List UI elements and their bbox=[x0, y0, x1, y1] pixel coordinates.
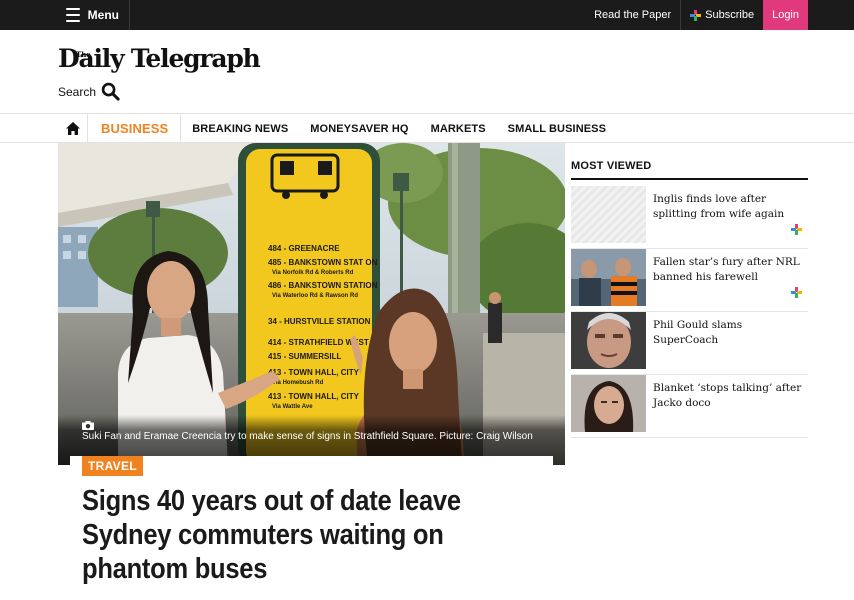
thumbnail-image bbox=[571, 312, 646, 369]
nav-item-breaking-news[interactable]: BREAKING NEWS bbox=[181, 114, 299, 143]
nav-home-button[interactable] bbox=[58, 114, 88, 143]
sign-route: Via Norfolk Rd & Roberts Rd bbox=[272, 270, 354, 276]
hamburger-icon bbox=[66, 8, 80, 22]
most-viewed-headline: Blanket ‘stops talking’ after Jacko doco bbox=[653, 382, 802, 409]
thumbnail-placeholder bbox=[571, 186, 646, 243]
sign-route: 413 - TOWN HALL, CITY bbox=[268, 368, 360, 377]
subscribe-label: Subscribe bbox=[705, 9, 755, 21]
menu-button[interactable]: Menu bbox=[56, 0, 130, 30]
read-the-paper-link[interactable]: Read the Paper bbox=[585, 0, 682, 30]
most-viewed-headline: Phil Gould slams SuperCoach bbox=[653, 319, 743, 346]
login-button[interactable]: Login bbox=[763, 0, 808, 30]
sign-route: 415 - SUMMERSILL bbox=[268, 352, 341, 361]
caption-text: Suki Fan and Eramae Creencia try to make… bbox=[82, 431, 533, 442]
most-viewed-item[interactable]: Inglis finds love after splitting from w… bbox=[571, 186, 808, 249]
section-nav: BUSINESS BREAKING NEWS MONEYSAVER HQ MAR… bbox=[0, 113, 854, 143]
sign-route: Via Waterloo Rd & Rawson Rd bbox=[272, 293, 358, 299]
most-viewed-item[interactable]: Phil Gould slams SuperCoach bbox=[571, 312, 808, 375]
logo-the: The bbox=[76, 50, 91, 59]
most-viewed-panel: MOST VIEWED Inglis finds love after spli… bbox=[571, 160, 808, 438]
sign-route: 413 - TOWN HALL, CITY bbox=[268, 392, 360, 401]
most-viewed-item[interactable]: Blanket ‘stops talking’ after Jacko doco bbox=[571, 375, 808, 438]
sign-route: 485 - BANKSTOWN STAT ON bbox=[268, 258, 378, 267]
thumbnail-image bbox=[571, 375, 646, 432]
hero-image[interactable]: 484 - GREENACRE 485 - BANKSTOWN STAT ON … bbox=[58, 143, 565, 465]
sign-route: 34 - HURSTVILLE STATION bbox=[268, 317, 371, 326]
search-button[interactable]: Search bbox=[58, 82, 120, 101]
premium-plus-icon bbox=[791, 224, 802, 235]
headline-card: TRAVEL Signs 40 years out of date leave … bbox=[70, 456, 553, 600]
top-bar: Menu Read the Paper Subscribe Login bbox=[0, 0, 854, 30]
section-tag[interactable]: TRAVEL bbox=[82, 456, 143, 476]
camera-icon bbox=[82, 421, 94, 430]
thumbnail-image bbox=[571, 249, 646, 306]
most-viewed-title: MOST VIEWED bbox=[571, 160, 808, 180]
most-viewed-headline: Inglis finds love after splitting from w… bbox=[653, 193, 785, 220]
most-viewed-headline: Fallen star’s fury after NRL banned his … bbox=[653, 256, 800, 283]
most-viewed-item[interactable]: Fallen star’s fury after NRL banned his … bbox=[571, 249, 808, 312]
site-logo[interactable]: The Daily Telegraph bbox=[58, 44, 261, 74]
plus-logo-icon bbox=[690, 9, 702, 21]
nav-item-moneysaver-hq[interactable]: MONEYSAVER HQ bbox=[299, 114, 419, 143]
sign-route: 486 - BANKSTOWN STATION bbox=[268, 281, 378, 290]
menu-label: Menu bbox=[87, 8, 119, 22]
home-icon bbox=[65, 122, 80, 135]
article-headline[interactable]: Signs 40 years out of date leave Sydney … bbox=[82, 484, 540, 586]
sign-route: Via Homebush Rd bbox=[272, 380, 324, 386]
subscribe-link[interactable]: Subscribe bbox=[681, 0, 763, 30]
nav-item-markets[interactable]: MARKETS bbox=[420, 114, 497, 143]
search-icon bbox=[101, 82, 120, 101]
nav-item-business[interactable]: BUSINESS bbox=[89, 114, 182, 143]
premium-plus-icon bbox=[791, 287, 802, 298]
sign-route: 484 - GREENACRE bbox=[268, 244, 340, 253]
search-label: Search bbox=[58, 84, 97, 99]
sign-route: Via Wattle Ave bbox=[272, 404, 313, 410]
nav-item-small-business[interactable]: SMALL BUSINESS bbox=[497, 114, 617, 143]
